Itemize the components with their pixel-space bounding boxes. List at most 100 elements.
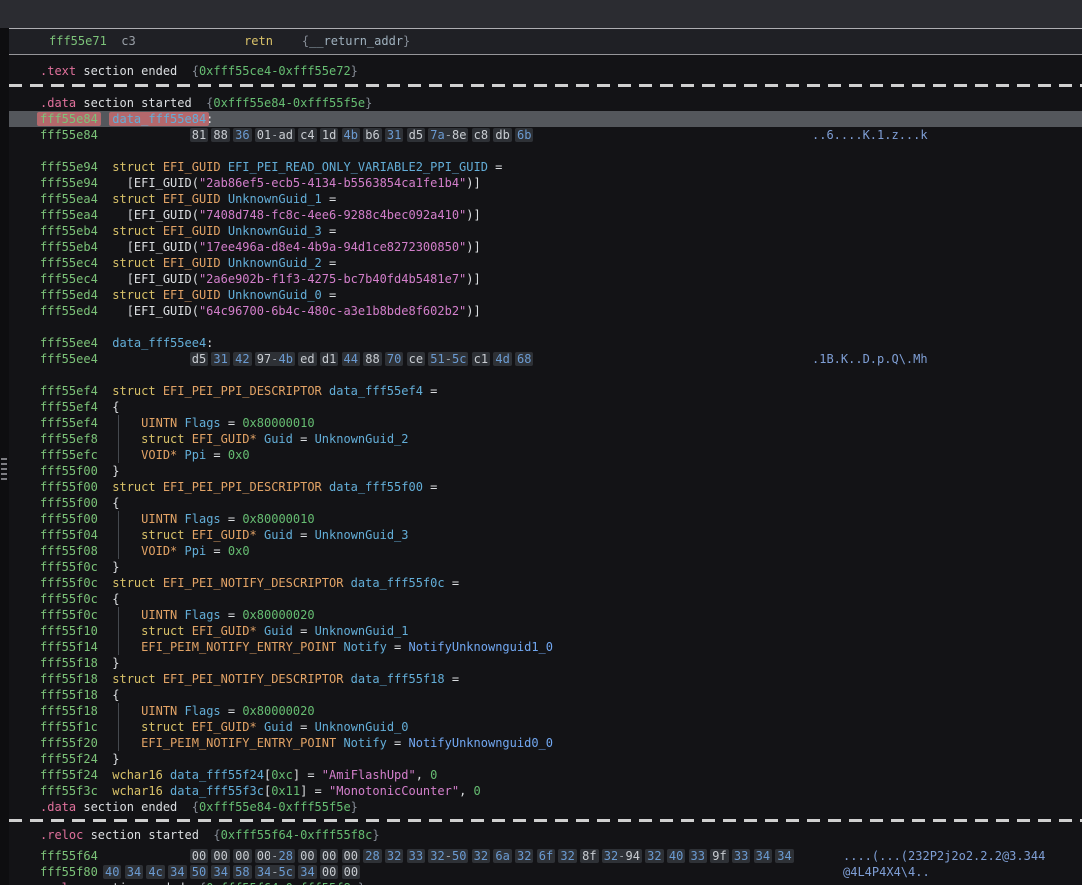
symbol-token[interactable]: Guid <box>264 432 293 446</box>
hex-byte[interactable]: 00 <box>342 865 360 879</box>
code-line[interactable]: fff55ed4 struct EFI_GUID UnknownGuid_0 = <box>9 287 1082 303</box>
hex-byte[interactable]: 94 <box>623 849 641 863</box>
hex-dump-line[interactable]: fff55ee4 d5 31 42 97-4b ed d1 44 88 70 c… <box>9 351 1082 367</box>
symbol-token[interactable]: data_fff55f24 <box>170 768 264 782</box>
hex-byte[interactable]: 28 <box>363 849 381 863</box>
section-marker-line[interactable]: .data section started {0xfff55e84-0xfff5… <box>9 95 1082 111</box>
code-line[interactable]: fff55f08 VOID* Ppi = 0x0 <box>9 543 1082 559</box>
sidebar-splitter[interactable] <box>0 28 9 885</box>
data-label-line[interactable]: fff55e84 data_fff55e84: <box>9 111 1082 127</box>
address[interactable]: fff55f80 <box>40 865 98 879</box>
hex-byte[interactable]: 5c <box>277 865 295 879</box>
hex-byte[interactable]: 50 <box>450 849 468 863</box>
number-token[interactable]: 0x80000020 <box>242 704 314 718</box>
address[interactable]: fff55ea4 <box>40 192 98 206</box>
code-line[interactable]: fff55f0c } <box>9 559 1082 575</box>
code-line[interactable]: fff55ef4 { <box>9 399 1082 415</box>
section-name[interactable]: .data <box>40 800 76 814</box>
address[interactable]: fff55f08 <box>40 544 98 558</box>
section-name[interactable]: .data <box>40 96 76 110</box>
address[interactable]: fff55f00 <box>40 496 98 510</box>
hex-byte[interactable]: ad <box>276 128 294 142</box>
symbol-token[interactable]: UnknownGuid_3 <box>228 224 322 238</box>
hex-byte[interactable]: 00 <box>320 849 338 863</box>
hex-byte[interactable]: 88 <box>211 128 229 142</box>
hex-byte[interactable]: 36 <box>233 128 251 142</box>
symbol-token[interactable]: EFI_PEI_READ_ONLY_VARIABLE2_PPI_GUID <box>228 160 488 174</box>
address[interactable]: fff55f0c <box>40 592 98 606</box>
symbol-token[interactable]: Guid <box>264 528 293 542</box>
hex-byte[interactable]: c1 <box>472 352 490 366</box>
code-line[interactable]: fff55ea4 struct EFI_GUID UnknownGuid_1 = <box>9 191 1082 207</box>
address[interactable]: fff55ef4 <box>40 384 98 398</box>
symbol-token[interactable]: data_fff55f3c <box>170 784 264 798</box>
hex-byte[interactable]: 34 <box>754 849 772 863</box>
symbol-token[interactable]: Ppi <box>185 544 207 558</box>
hex-byte[interactable]: 4b <box>276 352 294 366</box>
symbol-token[interactable]: Notify <box>343 640 386 654</box>
symbol-token[interactable]: data_fff55f0c <box>351 576 445 590</box>
code-line[interactable]: fff55f18 { <box>9 687 1082 703</box>
code-line[interactable]: fff55f24 wchar16 data_fff55f24[0xc] = "A… <box>9 767 1082 783</box>
code-line[interactable]: fff55f3c wchar16 data_fff55f3c[0x11] = "… <box>9 783 1082 799</box>
hex-byte[interactable]: 68 <box>515 352 533 366</box>
address[interactable]: fff55e94 <box>40 176 98 190</box>
code-line[interactable]: fff55ef8 struct EFI_GUID* Guid = Unknown… <box>9 431 1082 447</box>
hex-byte[interactable]: 00 <box>320 865 338 879</box>
hex-byte[interactable]: 9f <box>710 849 728 863</box>
address[interactable]: fff55f18 <box>40 704 98 718</box>
symbol-token[interactable]: Guid <box>264 624 293 638</box>
hex-dump-line[interactable]: fff55f64 00 00 00 00-28 00 00 00 28 32 3… <box>9 848 1082 864</box>
hex-byte[interactable]: 1d <box>320 128 338 142</box>
hex-byte[interactable]: 58 <box>233 865 251 879</box>
address[interactable]: fff55f18 <box>40 688 98 702</box>
splitter-grip-icon[interactable] <box>1 458 7 483</box>
hex-byte[interactable]: c8 <box>472 128 490 142</box>
address[interactable]: fff55f64 <box>40 849 98 863</box>
address[interactable]: fff55f0c <box>40 560 98 574</box>
address[interactable]: fff55f18 <box>40 672 98 686</box>
string-token[interactable]: "17ee496a-d8e4-4b9a-94d1ce8272300850" <box>199 240 466 254</box>
hex-byte[interactable]: 34 <box>775 849 793 863</box>
function-header[interactable]: enum EFI_STATUS NotifyUnknownguid0_0(str… <box>0 0 1082 28</box>
hex-byte[interactable]: c4 <box>298 128 316 142</box>
hex-byte[interactable]: 00 <box>342 849 360 863</box>
hex-byte[interactable]: 6a <box>493 849 511 863</box>
hex-byte[interactable]: 34 <box>125 865 143 879</box>
symbol-token[interactable]: Flags <box>185 608 221 622</box>
hex-byte[interactable]: 6f <box>537 849 555 863</box>
hex-byte[interactable]: d1 <box>320 352 338 366</box>
symbol-token[interactable]: Flags <box>185 512 221 526</box>
symbol-token[interactable]: Notify <box>343 736 386 750</box>
symbol-token[interactable]: data_fff55f00 <box>329 480 423 494</box>
code-line[interactable]: fff55f0c UINTN Flags = 0x80000020 <box>9 607 1082 623</box>
address[interactable]: fff55f20 <box>40 736 98 750</box>
hex-byte[interactable]: 32 <box>645 849 663 863</box>
hex-byte[interactable]: 00 <box>190 849 208 863</box>
hex-byte[interactable]: 28 <box>276 849 294 863</box>
hex-byte[interactable]: 8e <box>450 128 468 142</box>
section-name[interactable]: .reloc <box>40 881 83 885</box>
symbol-token[interactable]: Flags <box>185 416 221 430</box>
hex-dump-line[interactable]: fff55e84 81 88 36 01-ad c4 1d 4b b6 31 d… <box>9 127 1082 143</box>
instruction-line[interactable]: fff55e71 c3 retn {__return_addr} <box>0 28 1082 55</box>
hex-byte[interactable]: 31 <box>385 128 403 142</box>
code-line[interactable]: fff55f20 EFI_PEIM_NOTIFY_ENTRY_POINT Not… <box>9 735 1082 751</box>
section-marker-line[interactable]: .text section ended {0xfff55ce4-0xfff55e… <box>9 63 1082 79</box>
code-line[interactable]: fff55f18 struct EFI_PEI_NOTIFY_DESCRIPTO… <box>9 671 1082 687</box>
hex-byte[interactable]: 32 <box>385 849 403 863</box>
code-line[interactable]: fff55eb4 struct EFI_GUID UnknownGuid_3 = <box>9 223 1082 239</box>
hex-byte[interactable]: 34 <box>298 865 316 879</box>
code-line[interactable]: fff55f14 EFI_PEIM_NOTIFY_ENTRY_POINT Not… <box>9 639 1082 655</box>
number-token[interactable]: 0x80000010 <box>242 416 314 430</box>
address[interactable]: fff55ee4 <box>40 336 98 350</box>
section-name[interactable]: .reloc <box>40 828 83 842</box>
address[interactable]: fff55f10 <box>40 624 98 638</box>
address[interactable]: fff55ea4 <box>40 208 98 222</box>
hex-byte[interactable]: 81 <box>190 128 208 142</box>
hex-byte[interactable]: 5c <box>450 352 468 366</box>
string-token[interactable]: "7408d748-fc8c-4ee6-9288c4bec092a410" <box>199 208 466 222</box>
hex-byte[interactable]: 42 <box>233 352 251 366</box>
address[interactable]: fff55f0c <box>40 576 98 590</box>
number-token[interactable]: 0x80000020 <box>242 608 314 622</box>
